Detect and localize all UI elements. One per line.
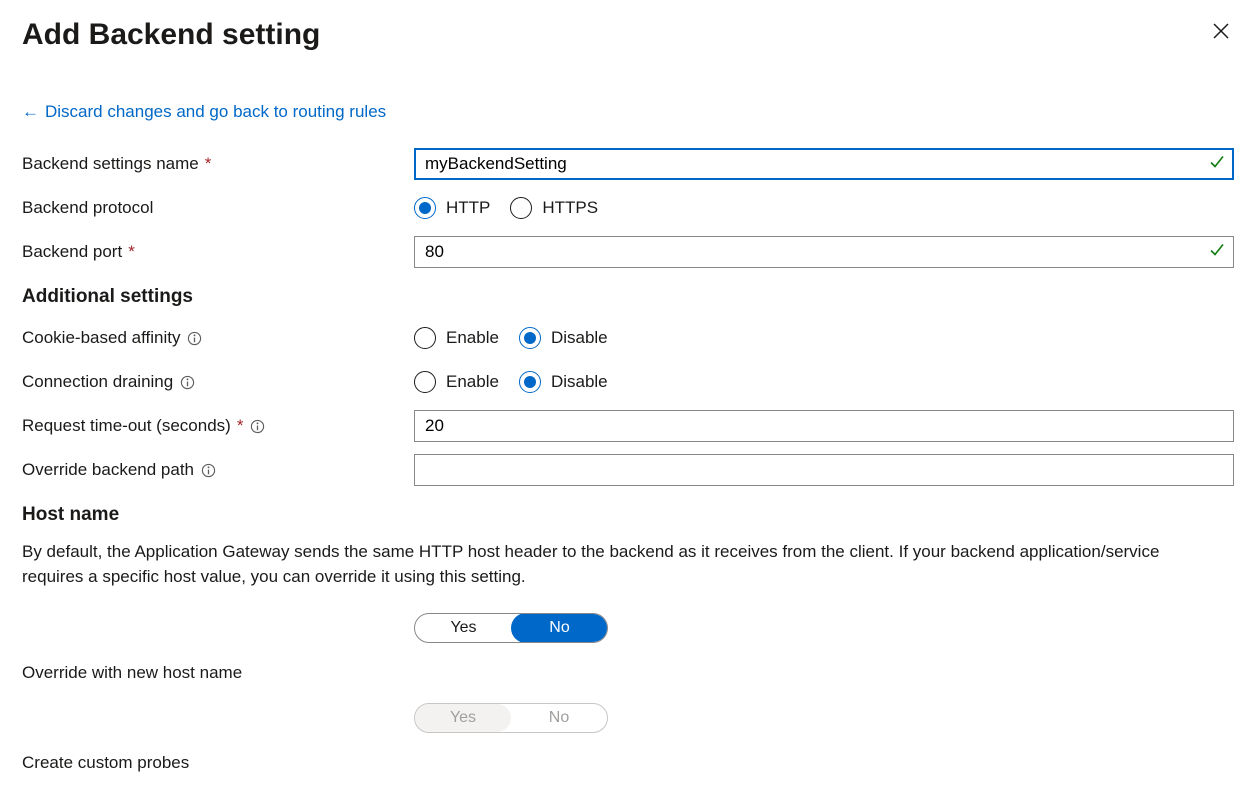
override-backend-path-label: Override backend path [22,460,414,480]
request-timeout-input[interactable] [414,410,1234,442]
create-custom-probes-label: Create custom probes [22,753,414,773]
backend-port-label: Backend port * [22,242,414,262]
radio-icon [414,371,436,393]
custom-probes-yes: Yes [415,704,511,732]
required-star: * [237,416,244,436]
label-text: Request time-out (seconds) [22,416,231,436]
page-title: Add Backend setting [22,18,320,52]
host-override-no[interactable]: No [511,613,608,643]
label-text: Backend settings name [22,154,199,174]
protocol-http-radio[interactable]: HTTP [414,197,490,219]
back-link-text: Discard changes and go back to routing r… [45,102,386,122]
host-name-help-text: By default, the Application Gateway send… [22,540,1172,589]
backend-settings-name-label: Backend settings name * [22,154,414,174]
close-button[interactable] [1208,18,1234,44]
connection-draining-enable-radio[interactable]: Enable [414,371,499,393]
info-icon[interactable] [179,374,195,390]
info-icon[interactable] [249,418,265,434]
custom-probes-toggle: Yes No [414,703,608,733]
radio-label: Enable [446,328,499,348]
additional-settings-heading: Additional settings [22,286,1234,308]
host-name-heading: Host name [22,504,1234,526]
info-icon[interactable] [200,462,216,478]
cookie-affinity-enable-radio[interactable]: Enable [414,327,499,349]
radio-icon [510,197,532,219]
cookie-affinity-disable-radio[interactable]: Disable [519,327,608,349]
custom-probes-no: No [511,704,607,732]
connection-draining-radio-group: Enable Disable [414,371,608,393]
label-text: Cookie-based affinity [22,328,180,348]
radio-icon [519,327,541,349]
radio-icon [519,371,541,393]
backend-settings-name-input[interactable] [414,148,1234,180]
cookie-affinity-label: Cookie-based affinity [22,328,414,348]
connection-draining-disable-radio[interactable]: Disable [519,371,608,393]
request-timeout-label: Request time-out (seconds) * [22,416,414,436]
required-star: * [128,242,135,262]
host-override-toggle: Yes No [414,613,608,643]
label-text: Override backend path [22,460,194,480]
close-icon [1212,22,1230,40]
discard-back-link[interactable]: ← Discard changes and go back to routing… [22,102,386,122]
radio-label: HTTPS [542,198,598,218]
radio-label: Disable [551,328,608,348]
override-backend-path-input[interactable] [414,454,1234,486]
label-text: Backend port [22,242,122,262]
label-text: Connection draining [22,372,173,392]
protocol-https-radio[interactable]: HTTPS [510,197,598,219]
override-new-host-label: Override with new host name [22,663,414,683]
radio-label: Enable [446,372,499,392]
radio-label: Disable [551,372,608,392]
arrow-left-icon: ← [22,102,39,122]
backend-protocol-label: Backend protocol [22,198,414,218]
host-override-yes[interactable]: Yes [415,614,512,642]
required-star: * [205,154,212,174]
backend-port-input[interactable] [414,236,1234,268]
radio-label: HTTP [446,198,490,218]
radio-icon [414,197,436,219]
backend-protocol-radio-group: HTTP HTTPS [414,197,598,219]
radio-icon [414,327,436,349]
connection-draining-label: Connection draining [22,372,414,392]
cookie-affinity-radio-group: Enable Disable [414,327,608,349]
info-icon[interactable] [186,330,202,346]
